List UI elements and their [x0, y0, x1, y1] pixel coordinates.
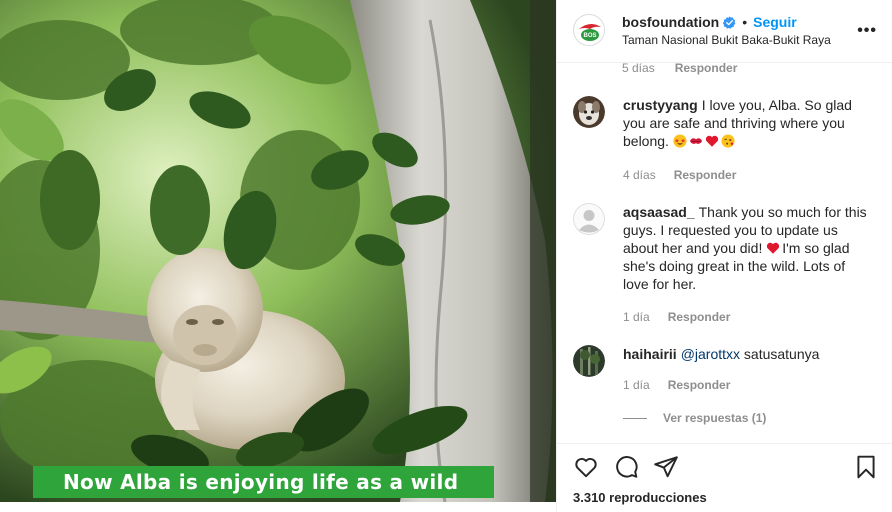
forest-avatar-icon — [573, 345, 605, 377]
more-options-button[interactable]: ••• — [857, 22, 877, 40]
post-location[interactable]: Taman Nasional Bukit Baka-Bukit Raya — [622, 33, 831, 47]
comment-reply-button[interactable]: Responder — [668, 378, 731, 392]
comment-username[interactable]: aqsaasad_ — [623, 204, 695, 220]
post-actions-bar: 3.310 reproducciones — [557, 443, 892, 512]
comment-username[interactable]: haihairii — [623, 346, 677, 362]
comment-avatar[interactable] — [573, 96, 605, 128]
comment-item: crustyyang I love you, Alba. So glad you … — [573, 96, 883, 186]
video-caption-band: Now Alba is enjoying life as a wild — [33, 466, 494, 498]
comment-bubble-icon[interactable] — [613, 454, 639, 480]
kiss-mark-icon — [689, 138, 702, 144]
follow-button[interactable]: Seguir — [753, 14, 797, 30]
comment-mention[interactable]: @jarottxx — [681, 346, 740, 362]
verified-badge-icon — [723, 15, 736, 29]
post-video[interactable]: Now Alba is enjoying life as a wild — [0, 0, 556, 502]
comment-meta: 1 día Responder — [623, 310, 748, 324]
like-heart-icon[interactable] — [573, 454, 599, 480]
comment-body: haihairii @jarottxx satusatunya — [623, 345, 873, 363]
view-replies-button[interactable]: Ver respuestas (1) — [623, 411, 766, 425]
svg-text:BOS: BOS — [583, 33, 596, 39]
comment-time[interactable]: 1 día — [623, 378, 650, 392]
default-avatar-icon — [573, 203, 605, 235]
orangutan-forest-image — [0, 0, 556, 502]
video-caption: Now Alba is enjoying life as a wild — [63, 470, 459, 494]
comments-list[interactable]: 5 días Responder crustyyang I love you, Al… — [557, 63, 892, 443]
comment-emojis — [673, 132, 737, 150]
save-bookmark-icon[interactable] — [853, 454, 879, 480]
star-struck-face-icon — [673, 134, 687, 148]
share-paper-plane-icon[interactable] — [653, 454, 679, 480]
comment-item: aqsaasad_ Thank you so much for this guys… — [573, 203, 883, 333]
bos-logo-icon: BOS — [575, 16, 604, 45]
partial-comment-time[interactable]: 5 días — [622, 63, 655, 75]
dog-avatar-icon — [573, 96, 605, 128]
comment-avatar[interactable] — [573, 345, 605, 377]
view-replies-label: Ver respuestas (1) — [663, 411, 767, 425]
red-heart-icon — [705, 135, 718, 147]
comment-time[interactable]: 1 día — [623, 310, 650, 324]
comment-time[interactable]: 4 días — [623, 168, 656, 182]
comment-body: crustyyang I love you, Alba. So glad you … — [623, 96, 873, 150]
comment-text: satusatunya — [743, 346, 820, 362]
comment-body: aqsaasad_ Thank you so much for this guys… — [623, 203, 873, 293]
red-heart-icon — [767, 242, 780, 254]
post-header: BOS bosfoundation • Seguir Taman Nasiona… — [557, 0, 892, 63]
post-side-panel: BOS bosfoundation • Seguir Taman Nasiona… — [556, 0, 892, 512]
partial-comment-reply-button[interactable]: Responder — [675, 63, 738, 75]
comment-item: haihairii @jarottxx satusatunya 1 día Resp… — [573, 345, 883, 405]
account-username[interactable]: bosfoundation — [622, 14, 719, 30]
header-user-row: bosfoundation • Seguir — [622, 14, 797, 30]
comment-username[interactable]: crustyyang — [623, 97, 698, 113]
comment-meta: 1 día Responder — [623, 378, 748, 392]
comment-reply-button[interactable]: Responder — [674, 168, 737, 182]
replies-divider-line — [623, 417, 647, 419]
comment-meta: 4 días Responder — [623, 168, 754, 182]
header-separator: • — [742, 14, 748, 30]
account-avatar[interactable]: BOS — [573, 14, 605, 46]
views-count[interactable]: 3.310 reproducciones — [573, 490, 707, 505]
comment-avatar[interactable] — [573, 203, 605, 235]
comment-reply-button[interactable]: Responder — [668, 310, 731, 324]
face-blowing-kiss-icon — [721, 134, 735, 148]
partial-comment-meta: 5 días Responder — [622, 63, 737, 75]
